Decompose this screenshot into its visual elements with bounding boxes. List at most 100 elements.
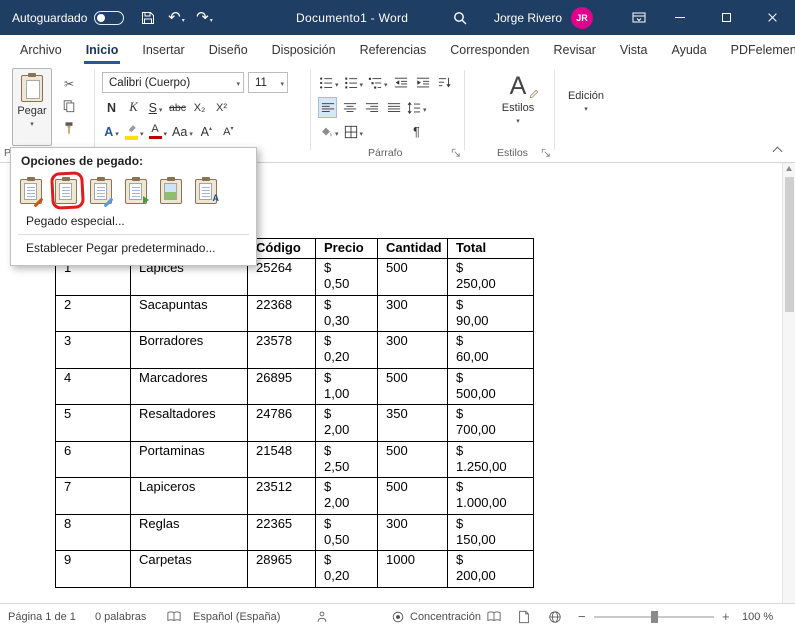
table-cell[interactable]: $ 2,00 xyxy=(315,477,378,515)
table-cell[interactable]: Resaltadores xyxy=(130,404,248,442)
accessibility-status-button[interactable] xyxy=(315,604,329,629)
paste-option-merge-formatting[interactable] xyxy=(90,176,114,208)
paste-button[interactable]: Pegar xyxy=(12,68,52,146)
copy-button[interactable] xyxy=(56,96,82,116)
line-spacing-button[interactable] xyxy=(406,97,428,118)
paste-option-overwrite-cells[interactable] xyxy=(125,176,149,204)
tab-referencias[interactable]: Referencias xyxy=(348,35,439,64)
editing-menu-button[interactable]: Edición xyxy=(560,90,612,114)
table-cell[interactable]: Lapiceros xyxy=(130,477,248,515)
tab-disposicion[interactable]: Disposición xyxy=(260,35,348,64)
shading-button[interactable] xyxy=(318,121,340,142)
table-cell[interactable]: 300 xyxy=(377,294,448,332)
italic-button[interactable]: K xyxy=(124,97,143,118)
tab-pdfelement[interactable]: PDFelement xyxy=(719,35,795,64)
change-case-button[interactable]: Aa xyxy=(171,121,194,142)
font-size-select[interactable]: 11 xyxy=(248,72,288,93)
zoom-slider-thumb[interactable] xyxy=(651,611,658,623)
autosave-toggle[interactable] xyxy=(94,10,125,25)
table-cell[interactable]: $ 0,50 xyxy=(315,513,378,551)
decrease-indent-button[interactable] xyxy=(392,72,411,93)
table-cell[interactable]: $ 90,00 xyxy=(447,294,534,332)
table-cell[interactable]: 300 xyxy=(377,513,448,551)
table-cell[interactable]: 21548 xyxy=(247,440,316,478)
increase-indent-button[interactable] xyxy=(414,72,433,93)
bullets-button[interactable] xyxy=(318,72,340,93)
table-cell[interactable]: $ 700,00 xyxy=(447,404,534,442)
table-cell[interactable]: $ 0,50 xyxy=(315,258,378,296)
scroll-thumb[interactable] xyxy=(785,177,794,312)
tab-revisar[interactable]: Revisar xyxy=(542,35,608,64)
save-button[interactable] xyxy=(134,0,162,35)
table-cell[interactable]: Carpetas xyxy=(130,550,248,588)
multilevel-list-button[interactable] xyxy=(367,72,389,93)
table-header-cell[interactable]: Código xyxy=(247,238,316,259)
table-header-cell[interactable]: Precio xyxy=(315,238,378,259)
align-right-button[interactable] xyxy=(362,97,381,118)
table-cell[interactable]: 300 xyxy=(377,331,448,369)
redo-button[interactable]: ↷ xyxy=(190,0,218,35)
tab-ayuda[interactable]: Ayuda xyxy=(659,35,718,64)
paste-option-keep-source-formatting[interactable] xyxy=(20,176,44,208)
table-cell[interactable]: 23512 xyxy=(247,477,316,515)
table-cell[interactable]: 23578 xyxy=(247,331,316,369)
scroll-up-icon[interactable] xyxy=(786,166,792,171)
align-left-button[interactable] xyxy=(318,97,337,118)
table-cell[interactable]: $ 1.250,00 xyxy=(447,440,534,478)
table-cell[interactable]: $ 150,00 xyxy=(447,513,534,551)
table-cell[interactable]: 500 xyxy=(377,258,448,296)
table-cell[interactable]: $ 2,50 xyxy=(315,440,378,478)
justify-button[interactable] xyxy=(384,97,403,118)
set-default-paste-item[interactable]: Establecer Pegar predeterminado... xyxy=(11,237,256,259)
table-cell[interactable]: 8 xyxy=(55,513,131,551)
pilcrow-button[interactable]: ¶ xyxy=(407,121,426,142)
table-cell[interactable]: $ 2,00 xyxy=(315,404,378,442)
table-header-cell[interactable]: Total xyxy=(447,238,534,259)
table-cell[interactable]: Marcadores xyxy=(130,367,248,405)
user-name[interactable]: Jorge Rivero xyxy=(494,11,562,25)
table-cell[interactable]: 22365 xyxy=(247,513,316,551)
table-cell[interactable]: 500 xyxy=(377,367,448,405)
focus-mode-button[interactable]: Concentración xyxy=(391,604,481,629)
tab-insertar[interactable]: Insertar xyxy=(130,35,196,64)
table-cell[interactable]: Reglas xyxy=(130,513,248,551)
cut-button[interactable]: ✂ xyxy=(56,74,82,94)
sort-button[interactable] xyxy=(436,72,455,93)
table-cell[interactable]: $ 1.000,00 xyxy=(447,477,534,515)
table-cell[interactable]: 350 xyxy=(377,404,448,442)
strikethrough-button[interactable]: abc xyxy=(168,97,187,118)
table-cell[interactable]: $ 0,20 xyxy=(315,550,378,588)
align-center-button[interactable] xyxy=(340,97,359,118)
styles-dialog-launcher[interactable] xyxy=(540,147,552,159)
word-count-status[interactable]: 0 palabras xyxy=(95,604,146,629)
table-header-cell[interactable]: Cantidad xyxy=(377,238,448,259)
table-cell[interactable]: 24786 xyxy=(247,404,316,442)
table-cell[interactable]: Sacapuntas xyxy=(130,294,248,332)
table-cell[interactable]: 500 xyxy=(377,440,448,478)
highlight-button[interactable] xyxy=(124,121,145,142)
zoom-out-button[interactable]: − xyxy=(578,604,586,629)
paste-special-item[interactable]: Pegado especial... xyxy=(11,210,256,232)
paragraph-dialog-launcher[interactable] xyxy=(450,147,462,159)
text-effects-button[interactable]: A xyxy=(102,121,121,142)
minimize-button[interactable] xyxy=(657,0,703,35)
table-cell[interactable]: $ 0,20 xyxy=(315,331,378,369)
table-cell[interactable]: Borradores xyxy=(130,331,248,369)
font-name-select[interactable]: Calibri (Cuerpo) xyxy=(102,72,244,93)
format-painter-button[interactable] xyxy=(56,118,82,138)
read-mode-button[interactable] xyxy=(487,604,501,629)
table-cell[interactable]: $ 0,30 xyxy=(315,294,378,332)
table-cell[interactable]: 22368 xyxy=(247,294,316,332)
tab-vista[interactable]: Vista xyxy=(608,35,660,64)
table-cell[interactable]: $ 1,00 xyxy=(315,367,378,405)
tab-diseno[interactable]: Diseño xyxy=(197,35,260,64)
avatar[interactable]: JR xyxy=(571,6,594,29)
table-cell[interactable]: 25264 xyxy=(247,258,316,296)
table-cell[interactable]: $ 500,00 xyxy=(447,367,534,405)
proofing-status-button[interactable] xyxy=(167,604,181,629)
page-number-status[interactable]: Página 1 de 1 xyxy=(8,604,76,629)
tab-correspondencia[interactable]: Corresponden xyxy=(438,35,541,64)
borders-button[interactable] xyxy=(343,121,365,142)
table-cell[interactable]: 28965 xyxy=(247,550,316,588)
close-button[interactable] xyxy=(749,0,795,35)
